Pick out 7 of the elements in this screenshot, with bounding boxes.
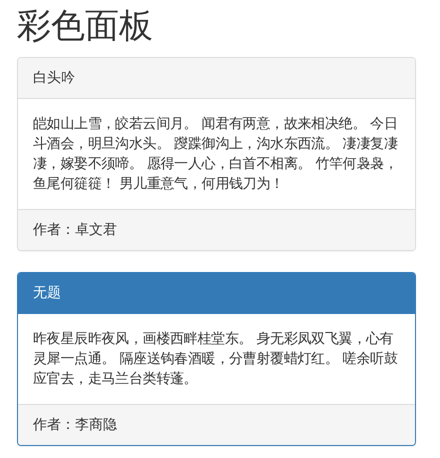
panel-footer: 作者：李商隐 — [18, 404, 415, 445]
panel-heading: 白头吟 — [18, 58, 415, 99]
page-title: 彩色面板 — [17, 5, 154, 47]
panel-body: 皑如山上雪，皎若云间月。 闻君有两意，故来相决绝。 今日斗酒会，明旦沟水头。 躞蹀御沟上，沟水东西流。 凄凄复凄凄，嫁娶不须啼。 愿得一人心，白首不相离。 竹竿何袅袅，鱼尾何簁簁！ 男儿重意气，何用钱刀为！ — [32, 115, 399, 194]
panel-footer: 作者：卓文君 — [18, 209, 415, 250]
panel-heading: 无题 — [18, 273, 415, 314]
panel-body: 昨夜星辰昨夜风，画楼西畔桂堂东。 身无彩凤双飞翼，心有灵犀一点通。 隔座送钩春酒暖，分曹射覆蜡灯红。 嗟余听鼓应官去，走马兰台类转蓬。 — [32, 330, 399, 389]
